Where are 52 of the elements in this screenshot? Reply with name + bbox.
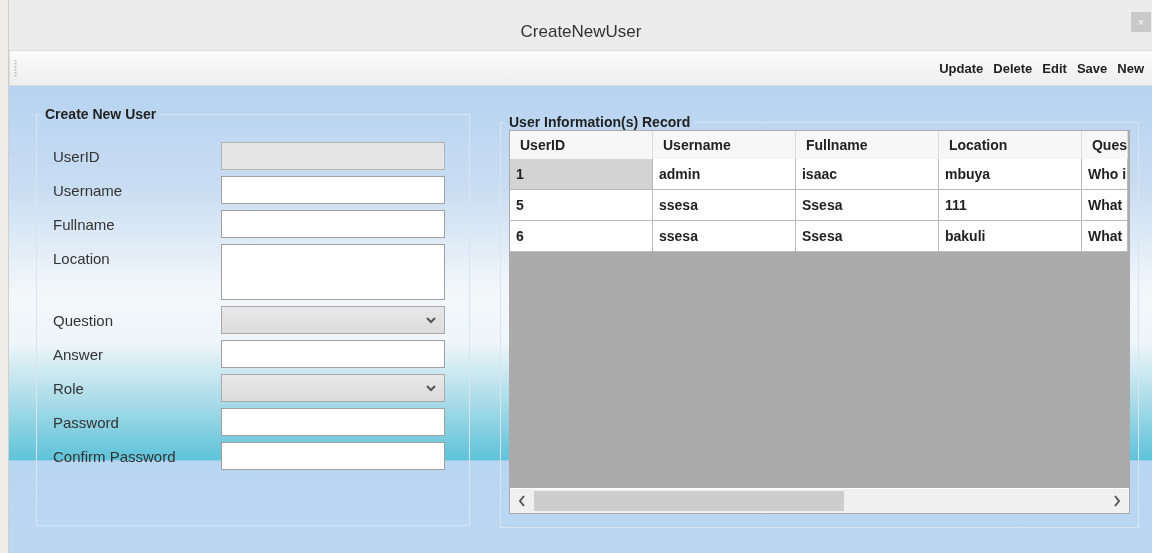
field-label: Location	[53, 249, 110, 267]
scrollbar-thumb[interactable]	[534, 491, 844, 511]
toolbar-button[interactable]: New	[1113, 56, 1148, 80]
input-field[interactable]	[221, 176, 445, 204]
grip-icon	[14, 59, 17, 77]
chevron-left-icon[interactable]	[518, 495, 526, 507]
input-field[interactable]	[221, 210, 445, 238]
table-cell: 111	[939, 190, 1082, 221]
table-cell: Who i	[1082, 159, 1128, 190]
dropdown[interactable]	[221, 374, 445, 402]
column-header[interactable]: UserID	[510, 131, 653, 159]
toolbar-button[interactable]: Save	[1072, 56, 1112, 80]
input-field[interactable]	[221, 340, 445, 368]
text-area[interactable]	[221, 244, 445, 300]
input-field[interactable]	[221, 408, 445, 436]
table-cell: Ssesa	[796, 221, 939, 252]
dropdown[interactable]	[221, 306, 445, 334]
group-title: Create New User	[44, 106, 158, 122]
column-header[interactable]: Location	[939, 131, 1082, 159]
field-label: Confirm Password	[53, 447, 176, 465]
toolbar-button[interactable]: Update	[935, 56, 988, 80]
input-field[interactable]	[221, 442, 445, 470]
horizontal-scrollbar[interactable]	[510, 488, 1129, 513]
table-cell: 6	[510, 221, 653, 252]
table-cell: mbuya	[939, 159, 1082, 190]
group-title: User Information(s) Record	[508, 114, 692, 130]
chevron-down-icon	[426, 316, 436, 324]
field-label: Fullname	[53, 215, 115, 233]
chevron-down-icon	[426, 384, 436, 392]
field-label: Answer	[53, 345, 104, 363]
table-cell: ssesa	[653, 190, 796, 221]
table-cell: isaac	[796, 159, 939, 190]
table-cell: 5	[510, 190, 653, 221]
column-header[interactable]: Username	[653, 131, 796, 159]
table-cell: bakuli	[939, 221, 1082, 252]
column-header[interactable]: Ques	[1082, 131, 1128, 159]
field-label: Role	[53, 379, 84, 397]
table-cell: 1	[510, 159, 653, 190]
field-label: Username	[53, 181, 123, 199]
field-label: Question	[53, 311, 114, 329]
chevron-right-icon[interactable]	[1113, 495, 1121, 507]
toolbar-button[interactable]: Delete	[989, 56, 1037, 80]
table-cell: Ssesa	[796, 190, 939, 221]
column-header[interactable]: Fullname	[796, 131, 939, 159]
field-label: UserID	[53, 147, 100, 165]
window-title: CreateNewUser	[520, 21, 642, 42]
toolbar-button[interactable]: Edit	[1038, 56, 1071, 80]
table-cell: What	[1082, 190, 1128, 221]
field-label: Password	[53, 413, 119, 431]
table-cell: What	[1082, 221, 1128, 252]
table-cell: admin	[653, 159, 796, 190]
table-cell: ssesa	[653, 221, 796, 252]
